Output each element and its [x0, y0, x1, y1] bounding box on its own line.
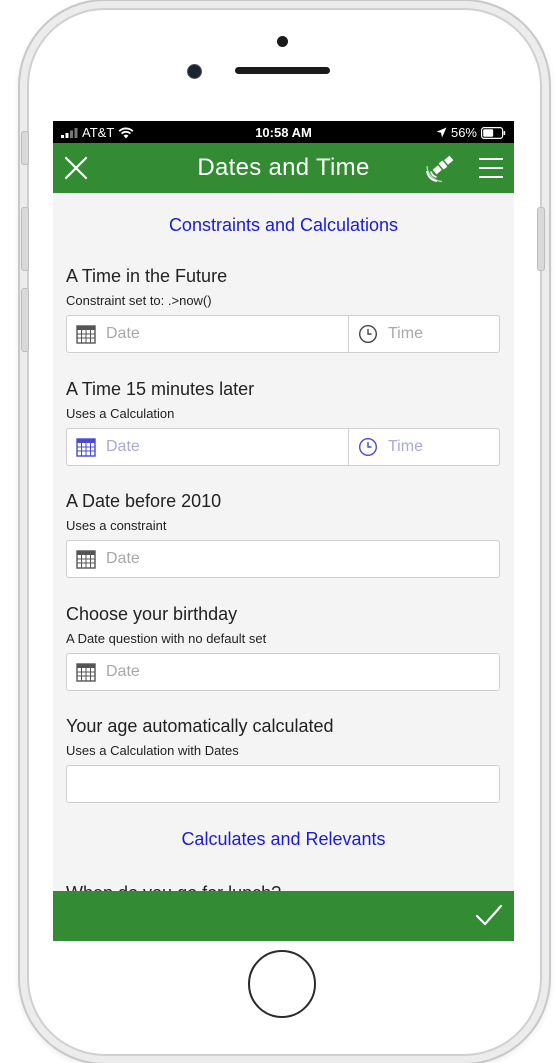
checkmark-icon[interactable] — [475, 903, 503, 927]
question-title: A Time in the Future — [66, 266, 228, 286]
calendar-icon — [76, 325, 96, 344]
time-input: Time — [349, 429, 499, 465]
date-field-before-2010[interactable]: Date — [66, 540, 500, 578]
date-placeholder: Date — [106, 550, 140, 567]
date-placeholder: Date — [106, 325, 140, 342]
clock-icon — [358, 437, 378, 457]
question-hint: Uses a Calculation — [66, 406, 175, 421]
calendar-icon — [76, 438, 96, 457]
date-placeholder: Date — [106, 438, 140, 455]
datetime-field-future: Date Time — [66, 315, 500, 353]
screen: AT&T 10:58 AM 56% Dates and Time Constra… — [53, 121, 514, 941]
power-button — [537, 207, 545, 271]
time-placeholder: Time — [388, 325, 423, 342]
proximity-sensor — [277, 36, 288, 47]
age-field[interactable] — [66, 765, 500, 803]
satellite-icon[interactable] — [424, 153, 456, 183]
section-header-constraints: Constraints and Calculations — [168, 215, 399, 235]
battery-percent: 56% — [450, 125, 477, 140]
earpiece-speaker — [235, 67, 330, 74]
date-placeholder: Date — [106, 663, 140, 680]
time-input[interactable]: Time — [349, 316, 499, 352]
question-hint: Uses a Calculation with Dates — [66, 743, 239, 758]
question-title: A Time 15 minutes later — [66, 379, 255, 399]
status-right: 56% — [436, 125, 506, 140]
date-input: Date — [67, 429, 348, 465]
date-input[interactable]: Date — [67, 316, 348, 352]
form-content: Constraints and Calculations A Time in t… — [53, 193, 514, 891]
question-hint: Constraint set to: .>now() — [66, 293, 212, 308]
battery-icon — [481, 126, 506, 139]
question-title: A Date before 2010 — [66, 491, 222, 511]
hamburger-menu-icon[interactable] — [479, 157, 503, 179]
status-bar: AT&T 10:58 AM 56% — [53, 121, 514, 143]
date-field-birthday[interactable]: Date — [66, 653, 500, 691]
date-input[interactable]: Date — [67, 541, 499, 577]
mute-switch — [21, 131, 29, 165]
footer-bar — [53, 891, 514, 941]
time-placeholder: Time — [388, 438, 423, 455]
datetime-field-calculated: Date Time — [66, 428, 500, 466]
clock-icon — [358, 324, 378, 344]
home-button[interactable] — [248, 950, 316, 1018]
section-header-calculates: Calculates and Relevants — [181, 829, 386, 849]
volume-down-button — [21, 288, 29, 352]
location-arrow-icon — [436, 127, 447, 138]
calendar-icon — [76, 550, 96, 569]
calendar-icon — [76, 663, 96, 682]
front-camera — [187, 64, 202, 79]
question-hint: A Date question with no default set — [66, 631, 267, 646]
question-hint: Uses a constraint — [66, 518, 167, 533]
question-title: Choose your birthday — [66, 604, 238, 624]
date-input[interactable]: Date — [67, 654, 499, 690]
question-title: Your age automatically calculated — [66, 716, 334, 736]
app-bar: Dates and Time — [53, 143, 514, 193]
volume-up-button — [21, 207, 29, 271]
